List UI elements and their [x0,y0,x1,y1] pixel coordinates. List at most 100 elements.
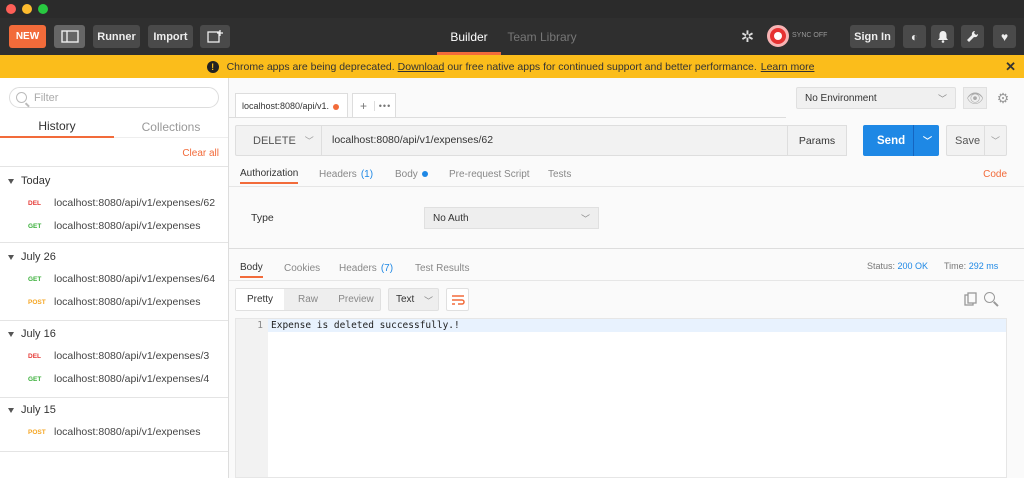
sign-in-button[interactable]: Sign In [850,25,895,48]
history-item[interactable]: DEL localhost:8080/api/v1/expenses/62 [28,197,215,209]
auth-type-value: No Auth [433,212,469,224]
tab-authorization[interactable]: Authorization [240,164,299,184]
close-window-button[interactable] [6,4,16,14]
search-icon[interactable] [983,291,999,307]
tab-team-library[interactable]: Team Library [505,18,579,55]
gear-icon[interactable]: ⚙ [993,88,1013,108]
body-indicator-dot [421,171,428,177]
history-group-july-16[interactable]: July 16 [8,328,56,340]
new-button[interactable]: NEW [9,25,46,48]
content-type-value: Text [396,294,415,305]
caret-down-icon [8,178,14,184]
history-item[interactable]: GET localhost:8080/api/v1/expenses/64 [28,273,215,285]
tab-tests[interactable]: Tests [548,164,571,184]
tab-actions: + ••• [352,93,396,118]
banner-learn-more-link[interactable]: Learn more [761,61,815,73]
content-type-select[interactable]: Text ﹀ [388,288,439,311]
notifications-bell-icon[interactable] [931,25,954,48]
history-item[interactable]: DEL localhost:8080/api/v1/expenses/3 [28,350,209,362]
tab-response-headers[interactable]: Headers (7) [339,258,393,278]
sync-status-label: SYNC OFF [792,32,828,39]
time-value: 292 ms [968,261,999,271]
filter-input[interactable]: Filter [9,87,219,108]
heart-icon[interactable]: ♥ [993,25,1016,48]
divider [229,280,1024,281]
minimize-window-button[interactable] [22,4,32,14]
tab-pre-request-script[interactable]: Pre-request Script [449,164,530,184]
search-icon [16,92,27,103]
settings-sync-icon[interactable]: ◐ [903,25,926,48]
wrench-icon[interactable] [961,25,984,48]
runner-button[interactable]: Runner [93,25,140,48]
new-window-button[interactable] [200,25,230,48]
history-group-today[interactable]: Today [8,175,50,187]
chevron-down-icon: ﹀ [937,94,947,104]
history-item-url: localhost:8080/api/v1/expenses/62 [54,197,216,209]
history-item[interactable]: POST localhost:8080/api/v1/expenses [28,296,201,308]
sidebar-icon [60,30,79,43]
history-group-label: July 26 [21,251,56,263]
divider [984,126,985,155]
eye-icon[interactable]: 👁 [963,87,987,109]
method-badge: DEL [28,352,41,360]
method-badge: GET [28,375,42,383]
wrap-lines-button[interactable] [446,288,469,311]
chevron-down-icon[interactable]: ﹀ [991,134,1000,147]
auth-type-label: Type [251,212,274,224]
new-window-icon [207,29,223,43]
params-button[interactable]: Params [787,125,847,156]
history-group-july-26[interactable]: July 26 [8,251,56,263]
history-item-url: localhost:8080/api/v1/expenses [54,296,201,308]
copy-icon[interactable] [962,291,978,307]
request-tab[interactable]: localhost:8080/api/v1. [235,93,348,118]
clear-all-link[interactable]: Clear all [182,148,219,159]
tab-cookies[interactable]: Cookies [284,258,320,278]
history-item[interactable]: POST localhost:8080/api/v1/expenses [28,426,201,438]
time-label: Time: [944,261,967,271]
maximize-window-button[interactable] [38,4,48,14]
toggle-sidebar-button[interactable] [54,25,85,48]
history-item[interactable]: GET localhost:8080/api/v1/expenses/4 [28,373,209,385]
add-tab-icon[interactable]: + [353,99,374,113]
history-item[interactable]: GET localhost:8080/api/v1/expenses [28,220,201,232]
tab-headers[interactable]: Headers (1) [319,164,373,184]
environment-select[interactable]: No Environment ﹀ [796,87,956,109]
more-icon[interactable]: ••• [373,100,395,111]
format-raw-button[interactable]: Raw [284,289,332,310]
divider [913,125,914,156]
method-value: DELETE [253,134,296,147]
tab-body-label: Body [395,168,418,180]
import-button[interactable]: Import [148,25,193,48]
method-select[interactable]: DELETE ﹀ [236,126,322,155]
url-input[interactable]: localhost:8080/api/v1/expenses/62 [332,134,493,146]
headers-count: (1) [360,168,374,180]
interceptor-icon[interactable]: ✲ [736,25,759,48]
sidebar: Filter History Collections Clear all Tod… [0,78,229,478]
history-group-label: July 15 [21,404,56,416]
history-item-url: localhost:8080/api/v1/expenses/4 [54,373,210,385]
tab-response-body[interactable]: Body [240,258,263,278]
history-group-july-15[interactable]: July 15 [8,404,56,416]
chevron-down-icon[interactable]: ﹀ [923,134,932,147]
format-preview-button[interactable]: Preview [332,289,380,310]
close-icon[interactable]: ✕ [1005,59,1016,75]
code-link[interactable]: Code [983,169,1007,180]
divider [0,242,228,243]
tab-test-results[interactable]: Test Results [415,258,469,278]
send-button[interactable]: Send ﹀ [863,125,939,156]
tab-builder[interactable]: Builder [437,18,501,55]
tab-body[interactable]: Body [395,164,428,184]
format-pretty-button[interactable]: Pretty [236,289,284,310]
divider [229,248,1024,249]
save-button[interactable]: Save ﹀ [946,125,1007,156]
banner-text-before: Chrome apps are being deprecated. [226,60,395,73]
banner-download-link[interactable]: Download [398,61,445,73]
tab-collections[interactable]: Collections [114,116,228,138]
save-label: Save [955,134,981,147]
auth-type-select[interactable]: No Auth ﹀ [424,207,599,229]
response-body-editor[interactable]: 1 Expense is deleted successfully.! [235,318,1007,478]
environment-value: No Environment [805,92,877,104]
sync-status-icon[interactable] [767,25,789,47]
deprecation-banner: ! Chrome apps are being deprecated. Down… [0,55,1024,78]
tab-history[interactable]: History [0,116,114,138]
